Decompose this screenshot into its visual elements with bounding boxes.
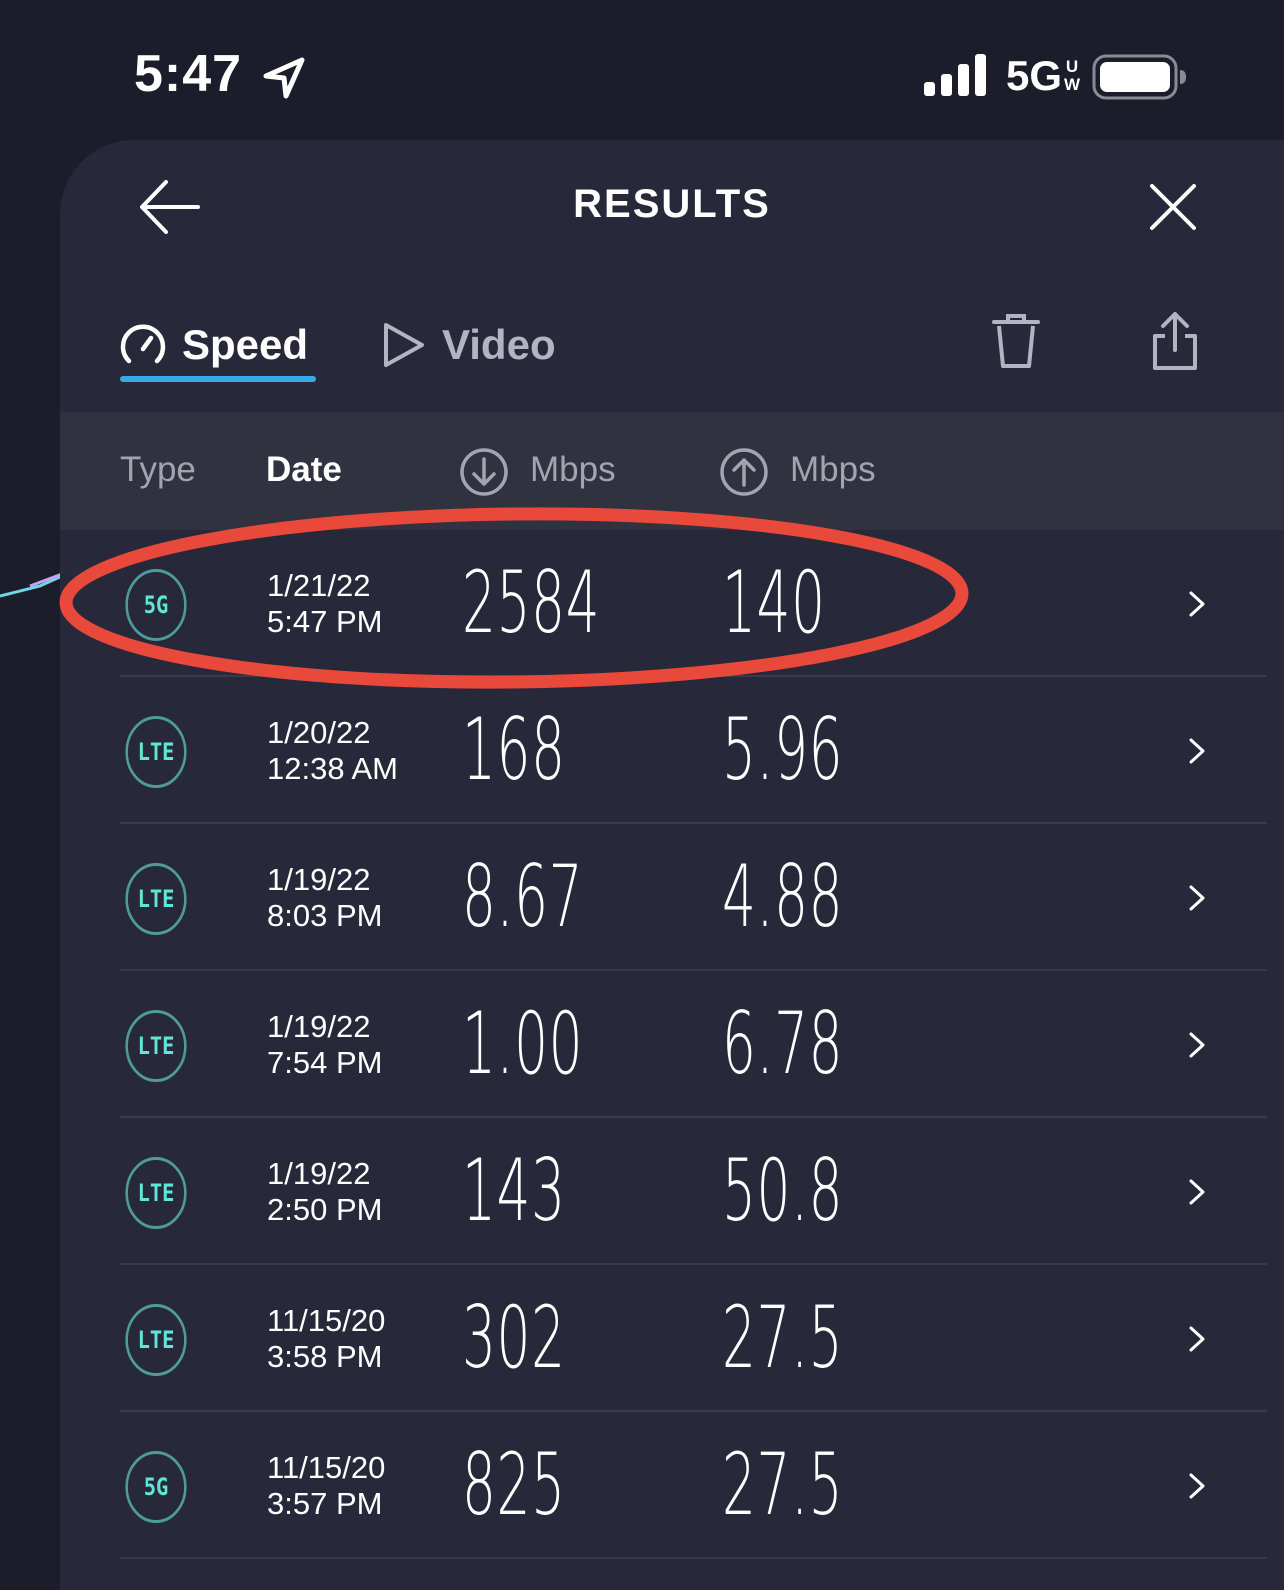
active-tab-indicator (120, 376, 316, 382)
chevron-right-icon (1189, 738, 1205, 764)
table-row[interactable]: LTE 11/15/20 3:58 PM 302 27.5 (60, 1265, 1284, 1412)
location-arrow-icon (263, 57, 305, 99)
network-uw-label: U W (1063, 57, 1081, 94)
status-bar: 5:47 5G U W (0, 0, 1284, 140)
connection-type-badge: LTE (125, 716, 187, 788)
share-icon[interactable] (1150, 310, 1200, 372)
table-row[interactable]: LTE 1/20/22 12:38 AM 168 5.96 (60, 677, 1284, 824)
close-icon[interactable] (1146, 180, 1200, 234)
table-row[interactable]: 5G 11/15/20 3:57 PM 825 27.5 (60, 1412, 1284, 1559)
download-speed: 302 (462, 1288, 566, 1388)
chevron-right-icon (1189, 1473, 1205, 1499)
header-date[interactable]: Date (266, 450, 342, 490)
trash-icon[interactable] (990, 312, 1042, 370)
upload-speed: 50.8 (722, 1141, 844, 1241)
row-date: 1/20/22 12:38 AM (267, 715, 398, 786)
connection-type-badge: LTE (125, 863, 187, 935)
download-speed: 1.00 (462, 994, 584, 1094)
connection-type-badge: 5G (125, 1451, 187, 1523)
row-date: 1/19/22 8:03 PM (267, 862, 383, 933)
chevron-right-icon (1189, 1179, 1205, 1205)
download-speed: 143 (462, 1141, 566, 1241)
row-date: 11/15/20 3:57 PM (267, 1450, 386, 1521)
upload-speed: 6.78 (722, 994, 844, 1094)
connection-type-badge: LTE (125, 1157, 187, 1229)
table-row[interactable]: LTE 1/19/22 7:54 PM 1.00 6.78 (60, 971, 1284, 1118)
connection-type-badge: LTE (125, 1304, 187, 1376)
row-date: 11/15/20 3:58 PM (267, 1303, 386, 1374)
row-date: 1/19/22 2:50 PM (267, 1156, 383, 1227)
play-icon (384, 323, 424, 367)
speedometer-icon (120, 324, 166, 364)
table-row[interactable]: LTE 1/19/22 8:03 PM 8.67 4.88 (60, 824, 1284, 971)
highlight-annotation-ellipse (59, 507, 969, 689)
network-type: 5G (1006, 52, 1063, 99)
download-arrow-icon (460, 448, 508, 496)
header-download[interactable]: Mbps (530, 450, 616, 490)
status-time: 5:47 (134, 45, 243, 103)
table-row[interactable]: LTE 1/19/22 2:50 PM 143 50.8 (60, 1118, 1284, 1265)
results-sheet: RESULTS Speed Video Type Date Mbps Mbps … (60, 140, 1284, 1590)
upload-speed: 5.96 (722, 700, 844, 800)
upload-speed: 27.5 (722, 1288, 844, 1388)
download-speed: 8.67 (462, 847, 584, 947)
download-speed: 168 (462, 700, 566, 800)
chevron-right-icon (1189, 1326, 1205, 1352)
tab-video-label: Video (442, 321, 556, 368)
chevron-right-icon (1189, 885, 1205, 911)
tab-speed-label: Speed (182, 321, 309, 368)
signal-bars-icon (924, 54, 986, 96)
connection-type-badge: LTE (125, 1010, 187, 1082)
tab-video[interactable]: Video (378, 300, 578, 390)
header-type[interactable]: Type (120, 450, 196, 490)
tab-bar: Speed Video (60, 300, 1284, 410)
chevron-right-icon (1189, 1032, 1205, 1058)
battery-icon (1092, 54, 1186, 100)
upload-arrow-icon (720, 448, 768, 496)
chevron-right-icon (1189, 591, 1205, 617)
download-speed: 825 (462, 1435, 566, 1535)
upload-speed: 4.88 (722, 847, 844, 947)
header-upload[interactable]: Mbps (790, 450, 876, 490)
page-title: RESULTS (573, 182, 771, 226)
row-date: 1/19/22 7:54 PM (267, 1009, 383, 1080)
upload-speed: 27.5 (722, 1435, 844, 1535)
